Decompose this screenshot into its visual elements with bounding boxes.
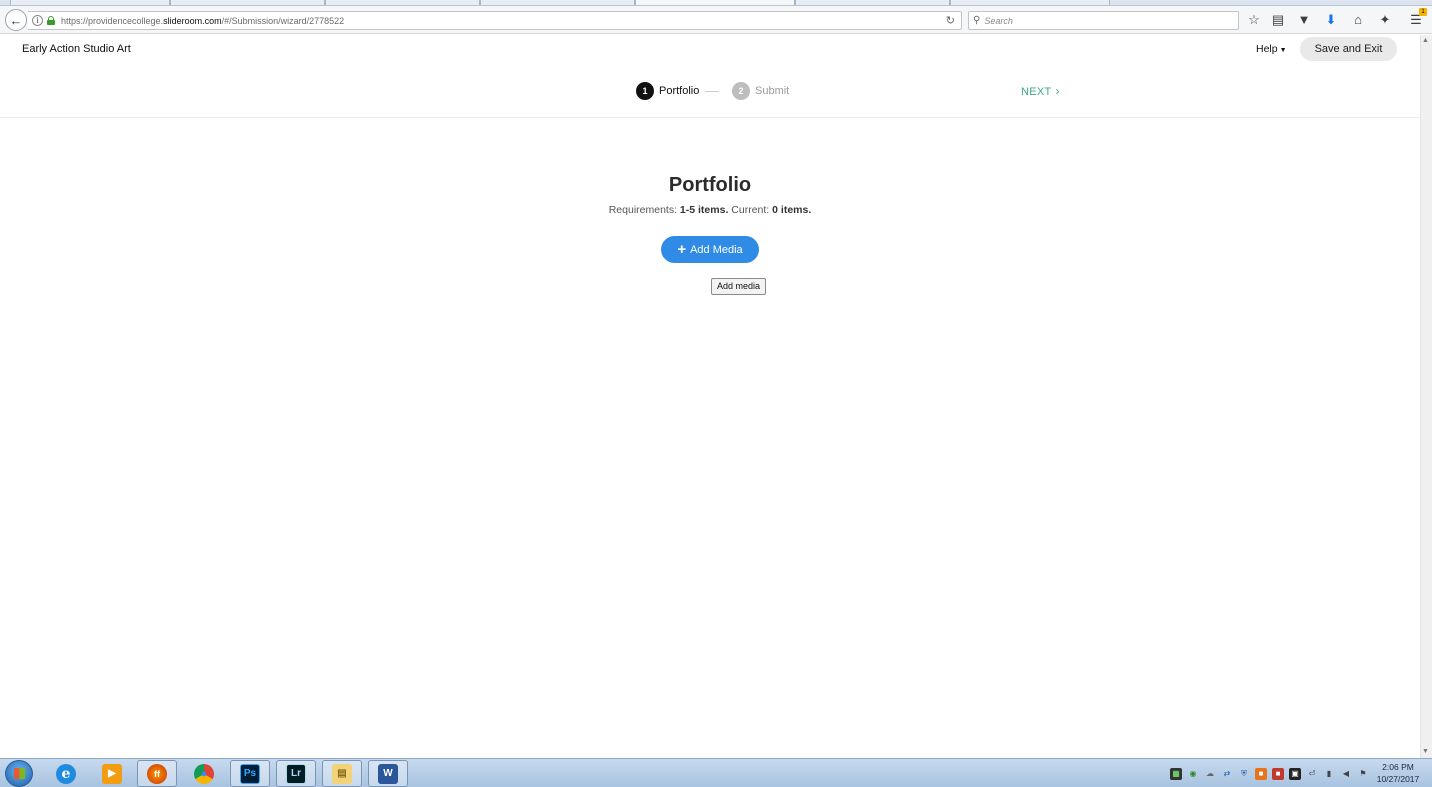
url-bar[interactable]: i https://providencecollege.slideroom.co… [28,11,962,30]
next-label: NEXT [1021,86,1052,98]
page-title: Portfolio [668,174,752,196]
requirements-prefix: Requirements: [608,204,677,216]
tray-app-icon[interactable]: ■ [1255,767,1267,780]
bookmark-star-icon[interactable]: ☆ [1246,12,1262,28]
url-path: /#/Submission/wizard/2778522 [221,15,345,26]
url-domain: slideroom.com [163,15,222,26]
extension-icon[interactable]: ✦ [1377,12,1393,28]
step-label: Submit [755,85,790,97]
header-divider [0,117,1420,118]
add-media-label: Add Media [690,243,743,256]
help-menu[interactable]: Help ▼ [1256,43,1287,55]
save-and-exit-button[interactable]: Save and Exit [1300,37,1397,61]
requirements-text: Requirements: 1-5 items. Current: 0 item… [0,204,1420,216]
menu-icon[interactable]: ☰ 1 [1408,8,1427,28]
browser-tab[interactable] [950,0,1110,5]
tray-cloud-icon[interactable]: ☁ [1204,768,1216,780]
download-icon[interactable]: ⬇ [1323,12,1339,28]
menu-badge: 1 [1419,8,1427,16]
search-input[interactable]: ⚲ Search [968,11,1239,30]
screen: ← i https://providencecollege.slideroom.… [0,0,1432,787]
taskbar-clock[interactable]: 2:06 PM 10/27/2017 [1368,761,1428,785]
clock-time: 2:06 PM [1382,762,1414,772]
home-icon[interactable]: ⌂ [1350,12,1366,28]
url-prefix: https://providencecollege. [61,15,164,26]
internet-explorer-taskbar-button[interactable]: e [46,760,86,787]
tray-battery-icon[interactable]: ▮ [1323,768,1335,780]
browser-tab[interactable] [795,0,950,5]
back-icon[interactable]: ← [5,9,27,31]
start-button[interactable] [5,760,33,787]
lightroom-icon: Lr [286,763,306,784]
info-icon[interactable]: i [32,15,43,26]
pocket-icon[interactable]: ▼ [1296,12,1312,28]
windows-taskbar: e ▶ ff ● Ps Lr ▤ W ▦ ◉ ☁ ⇄ ⛨ ■ ■ ▣ ⏎ ▮ ◀… [0,758,1432,787]
step-label: Portfolio [659,85,700,97]
browser-tab[interactable] [325,0,480,5]
reload-icon[interactable]: ↻ [946,14,955,27]
media-player-taskbar-button[interactable]: ▶ [92,760,132,787]
tray-shield-icon[interactable]: ⛨ [1238,768,1250,780]
page-scrollbar[interactable] [1420,35,1432,758]
app-title: Early Action Studio Art [22,43,131,55]
url-text: https://providencecollege.slideroom.com/… [61,16,344,26]
tray-volume-icon[interactable]: ◀ [1340,768,1352,780]
step-separator [705,91,719,92]
requirements-range: 1-5 items. [679,204,729,216]
media-player-icon: ▶ [102,763,122,784]
tray-usb-icon[interactable]: ⏎ [1306,768,1318,780]
chevron-right-icon: › [1055,84,1060,98]
photoshop-taskbar-button[interactable]: Ps [230,760,270,787]
tray-display-icon[interactable]: ▣ [1289,767,1301,780]
reading-list-icon[interactable]: ▤ [1270,12,1286,28]
file-explorer-taskbar-button[interactable]: ▤ [322,760,362,787]
word-icon: W [378,763,398,784]
plus-icon: + [677,241,687,258]
caret-down-icon: ▼ [1279,47,1287,54]
firefox-icon: ff [147,763,167,784]
search-placeholder: Search [984,15,1013,26]
current-count: 0 items. [772,204,812,216]
next-link[interactable]: NEXT › [1021,84,1060,98]
clock-date: 10/27/2017 [1376,774,1420,784]
help-label: Help [1256,43,1278,55]
scroll-down-icon[interactable]: ▼ [1422,748,1429,755]
lightroom-taskbar-button[interactable]: Lr [276,760,316,787]
search-icon: ⚲ [973,15,981,26]
browser-tab[interactable] [10,0,170,5]
tray-app-icon[interactable]: ▦ [1170,767,1182,780]
lock-icon[interactable] [47,16,55,25]
tray-sync-icon[interactable]: ⇄ [1221,768,1233,780]
current-prefix: Current: [731,204,770,216]
chrome-taskbar-button[interactable]: ● [184,760,224,787]
folder-icon: ▤ [332,763,352,784]
add-media-tooltip: Add media [711,278,767,295]
word-taskbar-button[interactable]: W [368,760,408,787]
step-number: 1 [636,82,654,100]
browser-toolbar: ← i https://providencecollege.slideroom.… [0,6,1432,34]
step-submit[interactable]: 2 Submit [732,82,789,100]
tray-app-icon[interactable]: ■ [1272,767,1284,780]
photoshop-icon: Ps [240,763,260,784]
step-number: 2 [732,82,750,100]
scroll-up-icon[interactable]: ▲ [1422,37,1429,44]
tray-network-icon[interactable]: ◉ [1187,768,1199,780]
add-media-button[interactable]: + Add Media [661,236,759,263]
browser-tab[interactable] [480,0,635,5]
firefox-taskbar-button[interactable]: ff [137,760,177,787]
chrome-icon: ● [194,763,214,784]
browser-tab-active[interactable] [635,0,795,5]
step-portfolio[interactable]: 1 Portfolio [636,82,699,100]
system-tray: ▦ ◉ ☁ ⇄ ⛨ ■ ■ ▣ ⏎ ▮ ◀ ⚑ [1170,761,1369,786]
browser-tab[interactable] [170,0,325,5]
internet-explorer-icon: e [56,763,76,784]
